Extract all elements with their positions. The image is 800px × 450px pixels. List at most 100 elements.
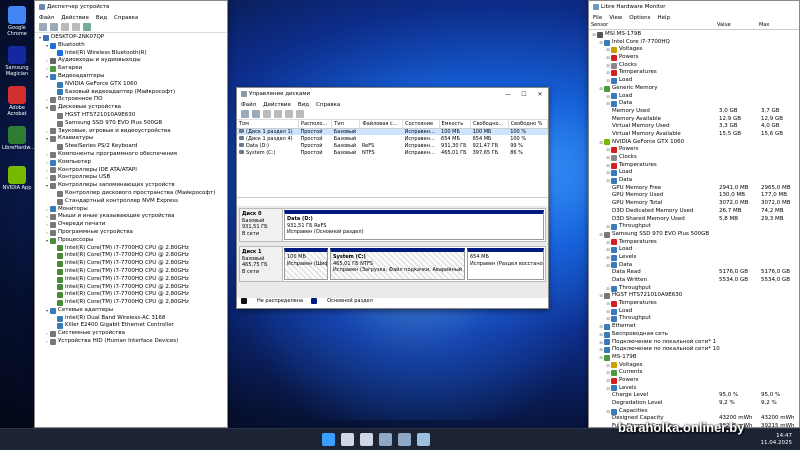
sensor-row[interactable]: ⊟ Powers	[591, 54, 797, 62]
sensor-row[interactable]: ⊟ Samsung SSD 970 EVO Plus 500GB	[591, 231, 797, 239]
column-header[interactable]: Свободно %	[508, 120, 549, 129]
device-tree-item[interactable]: › Аудиовходы и аудиовыходы	[37, 57, 225, 65]
back-icon[interactable]	[241, 110, 249, 118]
sensor-row[interactable]: ⊟ Levels	[591, 254, 797, 262]
disk-1-row[interactable]: Диск 1 Базовый 465,75 ГБ В сети 100 МБ И…	[239, 246, 546, 282]
sensor-row[interactable]: Degradation Level 9,2 % 9,2 %	[591, 400, 797, 408]
device-tree-item[interactable]: Intel(R) Wireless Bluetooth(R)	[37, 50, 225, 58]
help-icon[interactable]	[274, 110, 282, 118]
sensor-row[interactable]: ⊟ Intel Core i7-7700HQ	[591, 39, 797, 47]
device-tree-item[interactable]: NVIDIA GeForce GTX 1060	[37, 81, 225, 89]
device-tree-item[interactable]: ▾ Дисковые устройства	[37, 104, 225, 112]
sensor-row[interactable]: Memory Available 12,9 GB 12,9 GB	[591, 116, 797, 124]
partition-system-c[interactable]: System (C:) 465,01 ГБ NTFS Исправен (Заг…	[330, 248, 465, 280]
sensor-row[interactable]: ⊟ HGST HTS721010A9E630	[591, 292, 797, 300]
device-tree-item[interactable]: Intel(R) Core(TM) i7-7700HQ CPU @ 2.80GH…	[37, 252, 225, 260]
view-icon[interactable]	[263, 110, 271, 118]
sensor-row[interactable]: ⊟ Temperatures	[591, 162, 797, 170]
sensor-row[interactable]: ⊟ Load	[591, 308, 797, 316]
maximize-button[interactable]: ☐	[516, 91, 532, 98]
device-manager-window[interactable]: Диспетчер устройств Файл Действие Вид Справ…	[34, 0, 228, 428]
device-tree-item[interactable]: › Встроенное ПО	[37, 96, 225, 104]
device-tree-item[interactable]: ▾ Bluetooth	[37, 42, 225, 50]
sensor-row[interactable]: ⊟ Capacities	[591, 408, 797, 416]
partition-data-d[interactable]: Data (D:) 931,51 ГБ ReFS Исправен (Основ…	[284, 210, 544, 240]
sensor-row[interactable]: D3D Dedicated Memory Used 26,7 MB 74,2 MB	[591, 208, 797, 216]
sensor-row[interactable]: ⊟ Data	[591, 100, 797, 108]
task-view-icon[interactable]	[360, 433, 373, 446]
column-header[interactable]: Том	[237, 120, 299, 129]
device-tree-item[interactable]: Intel(R) Core(TM) i7-7700HQ CPU @ 2.80GH…	[37, 260, 225, 268]
sensor-row[interactable]: ⊟ Throughput	[591, 285, 797, 293]
device-tree-item[interactable]: › Компоненты программного обеспечения	[37, 151, 225, 159]
value-column[interactable]: Value	[717, 22, 731, 28]
device-tree-item[interactable]: › Устройства HID (Human Interface Devices…	[37, 338, 225, 346]
sensor-row[interactable]: Virtual Memory Available 15,5 GB 15,6 GB	[591, 131, 797, 139]
sensor-row[interactable]: ⊟ Temperatures	[591, 239, 797, 247]
scan-icon[interactable]	[83, 23, 91, 31]
sensor-row[interactable]: ⊟ Levels	[591, 385, 797, 393]
device-tree-item[interactable]: Intel(R) Dual Band Wireless-AC 3168	[37, 315, 225, 323]
table-row[interactable]: (Диск 1 раздел 4) Простой Базовый Исправен.…	[237, 135, 548, 142]
sensor-row[interactable]: ⊟ Throughput	[591, 315, 797, 323]
device-manager-titlebar[interactable]: Диспетчер устройств	[35, 1, 227, 13]
sensor-row[interactable]: ⊟ Temperatures	[591, 300, 797, 308]
column-header[interactable]: Тип	[331, 120, 361, 129]
disk-0-row[interactable]: Диск 0 Базовый 931,51 ГБ В сети Data (D:…	[239, 208, 546, 242]
refresh-icon[interactable]	[285, 110, 293, 118]
menu-item[interactable]: Действие	[263, 102, 291, 108]
sensor-row[interactable]: ⊟ Ethernet	[591, 323, 797, 331]
hardware-monitor-window[interactable]: Libre Hardware Monitor File View Options He…	[588, 0, 800, 428]
sensor-row[interactable]: ⊟ NVIDIA GeForce GTX 1060	[591, 139, 797, 147]
device-tree-item[interactable]: Intel(R) Core(TM) i7-7700HQ CPU @ 2.80GH…	[37, 299, 225, 307]
table-row[interactable]: (Диск 1 раздел 1) Простой Базовый Исправен.…	[237, 128, 548, 135]
sensor-row[interactable]: ⊟ Powers	[591, 146, 797, 154]
device-tree-item[interactable]: › Батареи	[37, 65, 225, 73]
device-tree-item[interactable]: ▾ DESKTOP-2NK07QP	[37, 34, 225, 42]
sensor-row[interactable]: ⊟ Clocks	[591, 154, 797, 162]
disk-management-window[interactable]: Управление дисками — ☐ ✕ Файл Действие Вид…	[236, 87, 549, 309]
sensor-row[interactable]: GPU Memory Total 3072,0 MB 3072,0 MB	[591, 200, 797, 208]
sensor-row[interactable]: ⊟ Data	[591, 262, 797, 270]
device-tree-item[interactable]: › Мониторы	[37, 206, 225, 214]
sensor-row[interactable]: ⊟ Подключение по локальной сети* 10	[591, 346, 797, 354]
menu-item[interactable]: Файл	[39, 15, 54, 21]
sensor-row[interactable]: ⊟ Voltages	[591, 46, 797, 54]
table-row[interactable]: System (C:) Простой Базовый NTFS Исправен...…	[237, 149, 548, 156]
sensor-row[interactable]: ⊟ Data	[591, 177, 797, 185]
device-tree-item[interactable]: ▾ Процессоры	[37, 237, 225, 245]
sensor-row[interactable]: Charge Level 95,0 % 95,0 %	[591, 392, 797, 400]
column-header[interactable]: Состояние	[402, 120, 440, 129]
desktop-icon[interactable]: Samsung Magician	[2, 46, 32, 77]
back-icon[interactable]	[39, 23, 47, 31]
disk-management-icon[interactable]	[398, 433, 411, 446]
device-tree-item[interactable]: › Контроллеры USB	[37, 174, 225, 182]
device-tree-item[interactable]: Killer E2400 Gigabit Ethernet Controller	[37, 322, 225, 330]
sensor-row[interactable]: ⊟ Generic Memory	[591, 85, 797, 93]
device-tree-item[interactable]: Intel(R) Core(TM) i7-7700HQ CPU @ 2.80GH…	[37, 291, 225, 299]
device-tree-item[interactable]: Samsung SSD 970 EVO Plus 500GB	[37, 120, 225, 128]
device-tree-item[interactable]: ▾ Клавиатуры	[37, 135, 225, 143]
sensor-row[interactable]: ⊟ Load	[591, 77, 797, 85]
menu-item[interactable]: Справка	[114, 15, 138, 21]
menu-item[interactable]: View	[609, 15, 622, 21]
sensor-row[interactable]: ⊟ Temperatures	[591, 69, 797, 77]
hardware-monitor-titlebar[interactable]: Libre Hardware Monitor	[589, 1, 799, 13]
sensor-row[interactable]: ⊟ Load	[591, 246, 797, 254]
device-tree-item[interactable]: Intel(R) Core(TM) i7-7700HQ CPU @ 2.80GH…	[37, 276, 225, 284]
close-button[interactable]: ✕	[532, 91, 548, 98]
properties-icon[interactable]	[61, 23, 69, 31]
device-tree-item[interactable]: › Системные устройства	[37, 330, 225, 338]
sensor-column[interactable]: Sensor	[591, 22, 608, 28]
device-tree-item[interactable]: Intel(R) Core(TM) i7-7700HQ CPU @ 2.80GH…	[37, 268, 225, 276]
menu-item[interactable]: Вид	[298, 102, 309, 108]
sensor-row[interactable]: Data Read 5176,0 GB 5176,0 GB	[591, 269, 797, 277]
device-tree-item[interactable]: HGST HTS721010A9E630	[37, 112, 225, 120]
help-icon[interactable]	[72, 23, 80, 31]
device-manager-icon[interactable]	[379, 433, 392, 446]
desktop-icon[interactable]: Adobe Acrobat	[2, 86, 32, 117]
sensor-row[interactable]: ⊟ MSI MS-179B	[591, 31, 797, 39]
device-tree-item[interactable]: › Контроллеры IDE ATA/ATAPI	[37, 167, 225, 175]
sensor-row[interactable]: Virtual Memory Used 3,3 GB 4,0 GB	[591, 123, 797, 131]
device-tree-item[interactable]: Контроллер дискового пространства (Майкр…	[37, 190, 225, 198]
